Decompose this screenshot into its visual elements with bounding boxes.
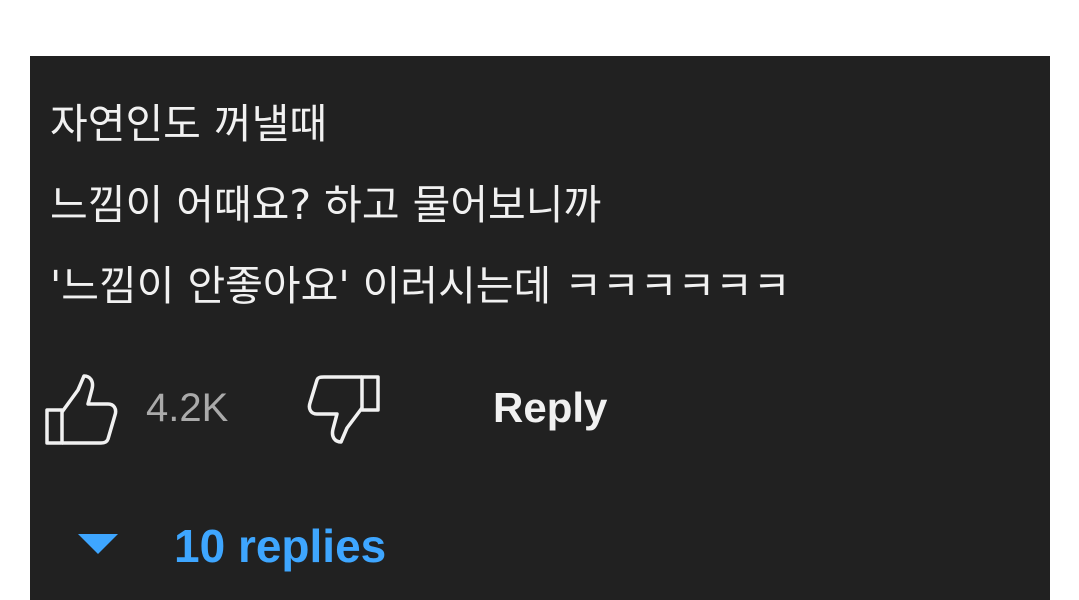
like-count: 4.2K [146, 386, 229, 430]
view-replies-toggle[interactable]: 10 replies [78, 512, 498, 578]
comment-line: 자연인도 꺼낼때 [50, 100, 328, 148]
replies-count-label: 10 replies [174, 520, 387, 572]
comment-line: 느낌이 어때요? 하고 물어보니까 [50, 181, 602, 229]
comment-action-bar: 4.2K Reply [44, 372, 744, 448]
comment-text: 자연인도 꺼낼때 느낌이 어때요? 하고 물어보니까 '느낌이 안좋아요' 이러… [50, 84, 791, 327]
dislike-button[interactable] [302, 374, 384, 446]
like-button[interactable] [44, 372, 120, 448]
reply-button[interactable]: Reply [493, 382, 607, 434]
caret-down-icon [78, 534, 118, 554]
thumbs-up-icon [45, 374, 118, 445]
comment-line: '느낌이 안좋아요' 이러시는데 ㅋㅋㅋㅋㅋㅋ [50, 262, 791, 310]
thumbs-down-icon [307, 375, 380, 444]
